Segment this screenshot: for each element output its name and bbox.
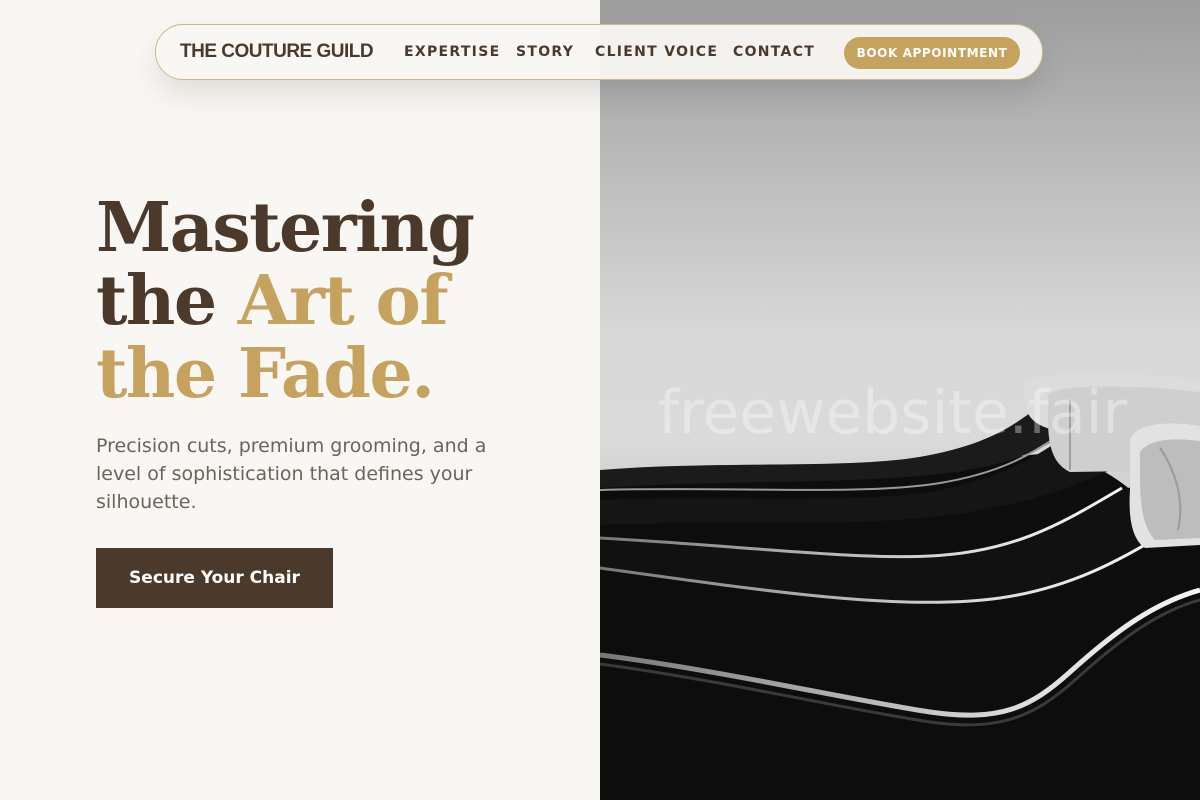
headline-line-2-gold: Art of [237, 261, 449, 341]
nav-link-story[interactable]: STORY [516, 44, 574, 60]
hero-photo-barber-chairs [600, 0, 1200, 800]
brand-logo-text[interactable]: THE COUTURE GUILD [180, 41, 374, 63]
nav-link-expertise[interactable]: EXPERTISE [404, 44, 500, 60]
headline-line-2-dark: the [96, 261, 238, 341]
book-appointment-button[interactable]: BOOK APPOINTMENT [844, 37, 1020, 69]
secure-your-chair-button[interactable]: Secure Your Chair [96, 548, 333, 608]
nav-link-client-voice[interactable]: CLIENT VOICE [595, 44, 718, 60]
headline-line-1: Mastering [96, 188, 475, 268]
headline-line-3-gold: the Fade. [96, 334, 435, 414]
hero-headline: Mastering the Art of the Fade. [96, 192, 475, 414]
nav-link-contact[interactable]: CONTACT [733, 44, 815, 60]
top-navigation-bar: THE COUTURE GUILD EXPERTISE STORY CLIENT… [155, 24, 1043, 80]
hero-subtitle: Precision cuts, premium grooming, and a … [96, 435, 487, 513]
barber-chairs-image [600, 373, 1200, 800]
